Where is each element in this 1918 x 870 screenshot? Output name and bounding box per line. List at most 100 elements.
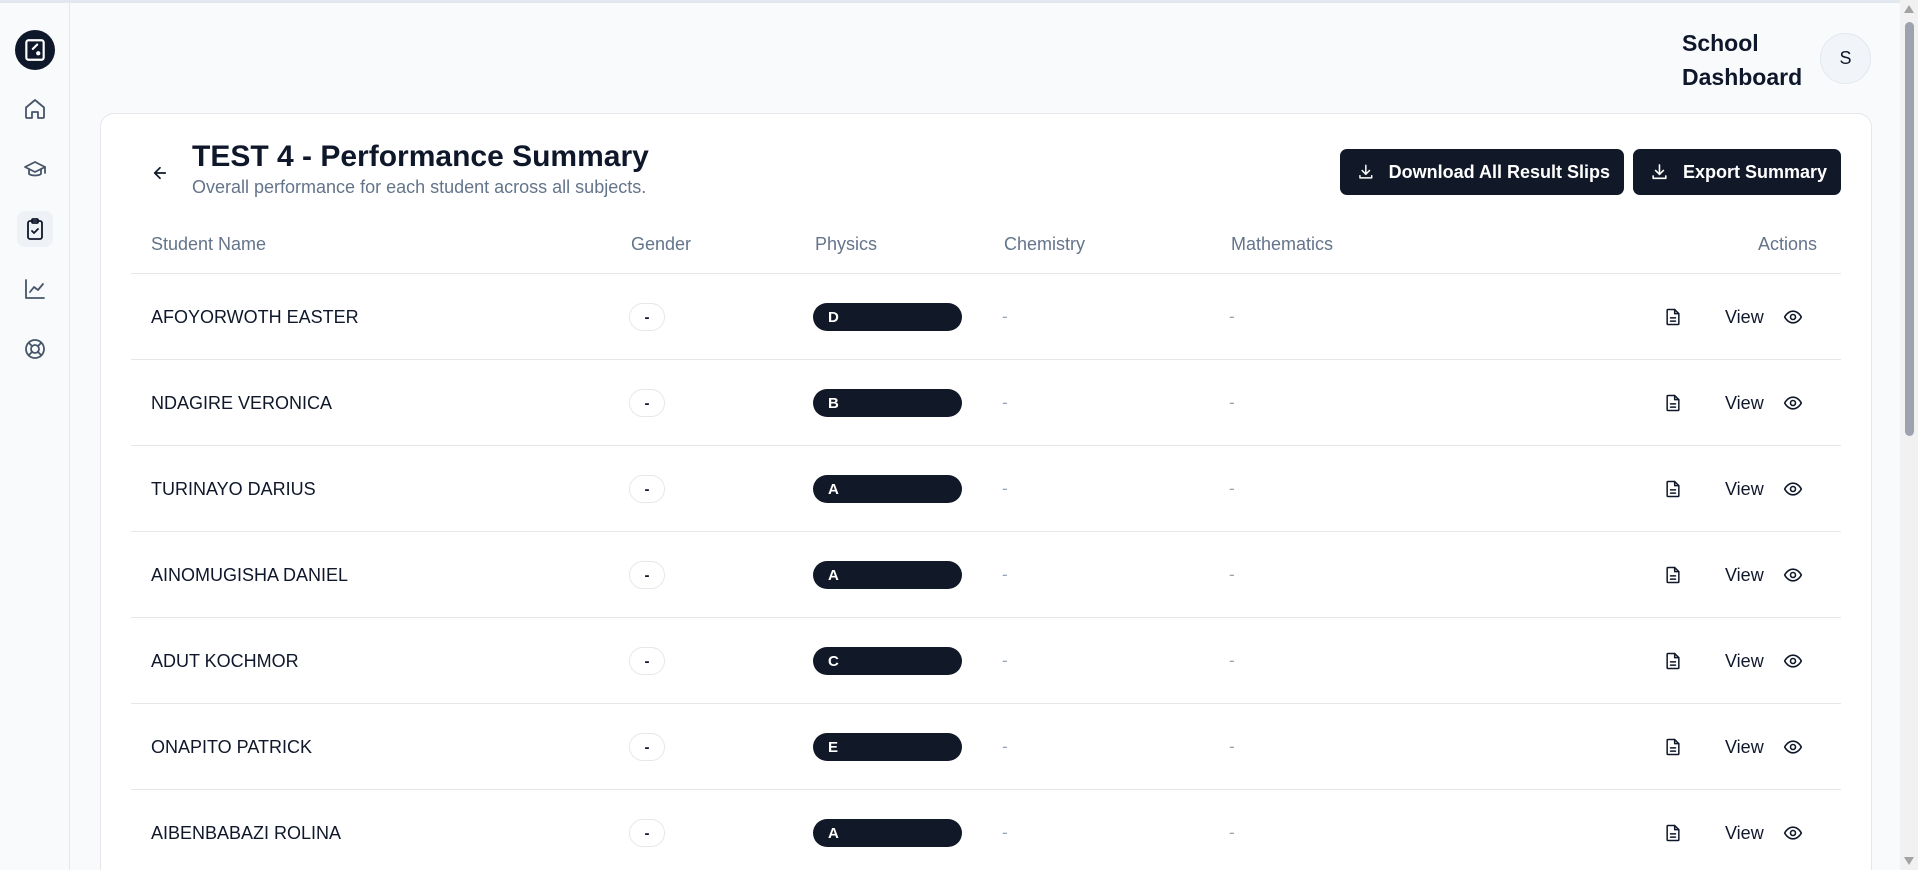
view-button[interactable]: View bbox=[1725, 446, 1764, 532]
header-title: School Dashboard bbox=[1682, 30, 1803, 90]
preview-button[interactable] bbox=[1783, 274, 1803, 360]
eye-icon bbox=[1783, 310, 1803, 324]
preview-button[interactable] bbox=[1783, 532, 1803, 618]
scroll-down-arrow[interactable] bbox=[1904, 857, 1914, 865]
download-icon bbox=[1652, 164, 1667, 180]
mathematics-grade: - bbox=[1229, 737, 1235, 756]
physics-grade-badge: A bbox=[813, 475, 962, 503]
preview-button[interactable] bbox=[1783, 446, 1803, 532]
home-icon bbox=[25, 99, 45, 119]
table-body: AFOYORWOTH EASTER - D - - View NDAGIRE V… bbox=[131, 274, 1841, 870]
table-row: ADUT KOCHMOR - C - - View bbox=[131, 618, 1841, 704]
result-slip-button[interactable] bbox=[1663, 532, 1683, 618]
eye-icon bbox=[1783, 654, 1803, 668]
table-row: AFOYORWOTH EASTER - D - - View bbox=[131, 274, 1841, 360]
preview-button[interactable] bbox=[1783, 790, 1803, 870]
scrollbar[interactable] bbox=[1900, 0, 1918, 870]
column-header-student-name[interactable]: Student Name bbox=[151, 234, 266, 255]
app-logo[interactable] bbox=[15, 30, 55, 70]
table-row: AINOMUGISHA DANIEL - A - - View bbox=[131, 532, 1841, 618]
student-name: AFOYORWOTH EASTER bbox=[151, 306, 359, 327]
column-header-mathematics[interactable]: Mathematics bbox=[1231, 234, 1333, 255]
mathematics-grade: - bbox=[1229, 479, 1235, 498]
view-button[interactable]: View bbox=[1725, 790, 1764, 870]
student-name: NDAGIRE VERONICA bbox=[151, 392, 333, 413]
gender-badge: - bbox=[629, 647, 665, 675]
table-row: ONAPITO PATRICK - E - - View bbox=[131, 704, 1841, 790]
chemistry-grade: - bbox=[1002, 823, 1008, 842]
performance-table: Student Name Gender Physics Chemistry Ma… bbox=[131, 218, 1841, 870]
preview-button[interactable] bbox=[1783, 704, 1803, 790]
gender-badge: - bbox=[629, 819, 665, 847]
back-button[interactable] bbox=[145, 158, 175, 188]
eye-icon bbox=[1783, 568, 1803, 582]
result-slip-button[interactable] bbox=[1663, 274, 1683, 360]
physics-grade-badge: A bbox=[813, 819, 962, 847]
column-header-gender[interactable]: Gender bbox=[631, 234, 691, 255]
file-text-icon bbox=[1666, 824, 1680, 842]
result-slip-button[interactable] bbox=[1663, 446, 1683, 532]
graduation-cap-icon bbox=[24, 161, 46, 177]
page-title: TEST 4 - Performance Summary bbox=[192, 140, 649, 173]
student-name: ONAPITO PATRICK bbox=[151, 736, 313, 757]
column-header-actions: Actions bbox=[1758, 234, 1818, 254]
export-summary-button[interactable]: Export Summary bbox=[1633, 149, 1841, 195]
result-slip-button[interactable] bbox=[1663, 790, 1683, 870]
result-slip-button[interactable] bbox=[1663, 704, 1683, 790]
gender-badge: - bbox=[629, 561, 665, 589]
logo-icon bbox=[25, 39, 45, 61]
gender-badge: - bbox=[629, 475, 665, 503]
preview-button[interactable] bbox=[1783, 618, 1803, 704]
sidebar-item-home[interactable] bbox=[17, 91, 53, 127]
sidebar bbox=[0, 3, 70, 870]
lifebuoy-icon bbox=[25, 339, 45, 359]
gender-badge: - bbox=[629, 733, 665, 761]
result-slip-button[interactable] bbox=[1663, 618, 1683, 704]
view-button[interactable]: View bbox=[1725, 274, 1764, 360]
scroll-up-arrow[interactable] bbox=[1904, 5, 1914, 13]
mathematics-grade: - bbox=[1229, 565, 1235, 584]
scroll-thumb[interactable] bbox=[1905, 22, 1914, 436]
preview-button[interactable] bbox=[1783, 360, 1803, 446]
file-text-icon bbox=[1666, 566, 1680, 584]
download-all-result-slips-button[interactable]: Download All Result Slips bbox=[1340, 149, 1624, 195]
download-button-label: Download All Result Slips bbox=[1388, 161, 1610, 182]
chemistry-grade: - bbox=[1002, 565, 1008, 584]
column-header-physics[interactable]: Physics bbox=[815, 234, 877, 255]
table-row: TURINAYO DARIUS - A - - View bbox=[131, 446, 1841, 532]
file-text-icon bbox=[1666, 480, 1680, 498]
sidebar-item-assessments[interactable] bbox=[17, 211, 53, 247]
physics-grade-badge: A bbox=[813, 561, 962, 589]
top-border bbox=[0, 0, 1900, 3]
file-text-icon bbox=[1666, 394, 1680, 412]
chemistry-grade: - bbox=[1002, 307, 1008, 326]
result-slip-button[interactable] bbox=[1663, 360, 1683, 446]
mathematics-grade: - bbox=[1229, 393, 1235, 412]
view-button[interactable]: View bbox=[1725, 618, 1764, 704]
sidebar-item-classes[interactable] bbox=[17, 151, 53, 187]
student-name: AIBENBABAZI ROLINA bbox=[151, 822, 342, 843]
file-text-icon bbox=[1666, 738, 1680, 756]
chemistry-grade: - bbox=[1002, 479, 1008, 498]
physics-grade-badge: E bbox=[813, 733, 962, 761]
student-name: ADUT KOCHMOR bbox=[151, 650, 299, 671]
eye-icon bbox=[1783, 826, 1803, 840]
student-name: TURINAYO DARIUS bbox=[151, 478, 316, 499]
sidebar-item-analytics[interactable] bbox=[17, 271, 53, 307]
table-row: AIBENBABAZI ROLINA - A - - View bbox=[131, 790, 1841, 870]
sidebar-item-support[interactable] bbox=[17, 331, 53, 367]
mathematics-grade: - bbox=[1229, 307, 1235, 326]
view-button[interactable]: View bbox=[1725, 704, 1764, 790]
physics-grade-badge: C bbox=[813, 647, 962, 675]
avatar[interactable]: S bbox=[1820, 33, 1871, 84]
table-header: Student Name Gender Physics Chemistry Ma… bbox=[131, 218, 1841, 274]
eye-icon bbox=[1783, 740, 1803, 754]
student-name: AINOMUGISHA DANIEL bbox=[151, 564, 349, 585]
column-header-chemistry[interactable]: Chemistry bbox=[1004, 234, 1085, 255]
download-icon bbox=[1359, 164, 1373, 179]
page-subtitle: Overall performance for each student acr… bbox=[192, 177, 647, 197]
line-chart-icon bbox=[25, 279, 45, 299]
view-button[interactable]: View bbox=[1725, 360, 1764, 446]
file-text-icon bbox=[1666, 652, 1680, 670]
view-button[interactable]: View bbox=[1725, 532, 1764, 618]
